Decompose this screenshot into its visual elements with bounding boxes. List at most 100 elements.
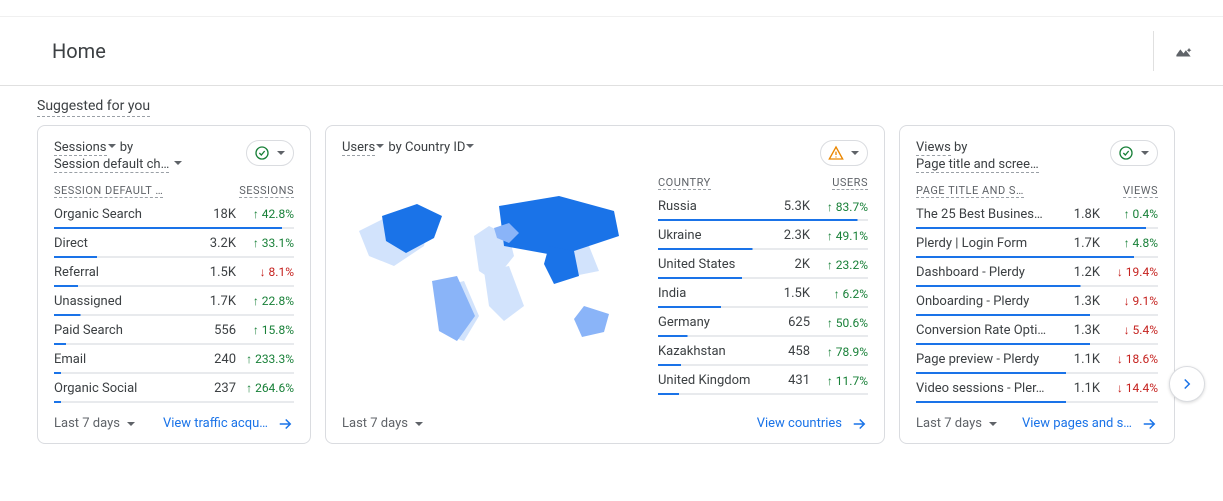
row-bar — [658, 335, 868, 337]
row-value: 458 — [764, 344, 810, 359]
cards-row: Sessions by Session default ch… SESSION … — [0, 125, 1223, 464]
countries-card: Users by Country ID — [325, 125, 885, 444]
views-card: Views by Page title and scree… PAGE TITL… — [899, 125, 1175, 444]
table-row[interactable]: Unassigned1.7K↑ 22.8% — [54, 289, 294, 314]
page-header: Home — [0, 17, 1223, 86]
page-title: Home — [52, 39, 106, 63]
row-delta: ↓ 8.1% — [236, 265, 294, 279]
chevron-down-icon[interactable] — [173, 158, 183, 168]
row-bar — [658, 248, 868, 250]
row-label: Ukraine — [658, 228, 764, 243]
row-bar — [916, 256, 1158, 258]
table-row[interactable]: India1.5K↑ 6.2% — [658, 281, 868, 306]
row-delta: ↑ 23.2% — [810, 258, 868, 272]
map-russia — [499, 196, 619, 256]
chevron-right-icon — [1178, 375, 1196, 393]
row-value: 1.5K — [764, 286, 810, 301]
row-value: 556 — [190, 323, 236, 338]
row-delta: ↑ 42.8% — [236, 207, 294, 221]
row-value: 240 — [190, 352, 236, 367]
table-row[interactable]: Organic Search18K↑ 42.8% — [54, 202, 294, 227]
row-bar — [658, 306, 868, 308]
row-delta: ↓ 14.4% — [1100, 381, 1158, 395]
row-bar — [658, 393, 868, 395]
row-delta: ↑ 33.1% — [236, 236, 294, 250]
column-header-country: COUNTRY — [658, 176, 711, 190]
table-row[interactable]: Onboarding - Plerdy1.3K↓ 9.1% — [916, 289, 1158, 314]
row-bar — [54, 314, 294, 316]
table-row[interactable]: Page preview - Plerdy1.1K↓ 18.6% — [916, 347, 1158, 372]
row-value: 2K — [764, 257, 810, 272]
world-map[interactable] — [342, 166, 646, 346]
next-card-button[interactable] — [1169, 366, 1205, 402]
countries-card-title[interactable]: Users by Country ID — [342, 140, 475, 157]
table-row[interactable]: Kazakhstan458↑ 78.9% — [658, 339, 868, 364]
table-row[interactable]: Russia5.3K↑ 83.7% — [658, 194, 868, 219]
row-label: Organic Search — [54, 207, 190, 222]
table-row[interactable]: The 25 Best Busines…1.8K↑ 0.4% — [916, 202, 1158, 227]
table-row[interactable]: Germany625↑ 50.6% — [658, 310, 868, 335]
row-label: Unassigned — [54, 294, 190, 309]
table-row[interactable]: Conversion Rate Opti…1.3K↓ 5.4% — [916, 318, 1158, 343]
chevron-down-icon — [276, 148, 286, 158]
status-pill[interactable] — [1110, 140, 1158, 166]
row-label: Onboarding - Plerdy — [916, 294, 1054, 309]
row-value: 1.3K — [1054, 294, 1100, 309]
row-value: 1.1K — [1054, 352, 1100, 367]
chevron-down-icon — [414, 419, 424, 429]
row-value: 1.3K — [1054, 323, 1100, 338]
row-value: 5.3K — [764, 199, 810, 214]
time-range-selector[interactable]: Last 7 days — [54, 416, 136, 431]
sessions-card: Sessions by Session default ch… SESSION … — [37, 125, 311, 444]
status-pill-warning[interactable] — [820, 140, 868, 166]
table-row[interactable]: United Kingdom431↑ 11.7% — [658, 368, 868, 393]
row-bar — [658, 219, 868, 221]
table-row[interactable]: United States2K↑ 23.2% — [658, 252, 868, 277]
view-pages-link[interactable]: View pages and s… — [1022, 415, 1158, 433]
row-label: Email — [54, 352, 190, 367]
row-delta: ↓ 18.6% — [1100, 352, 1158, 366]
row-label: United Kingdom — [658, 373, 764, 388]
warning-icon — [828, 145, 844, 161]
row-bar — [916, 285, 1158, 287]
view-traffic-link[interactable]: View traffic acqu… — [163, 415, 294, 433]
row-delta: ↓ 5.4% — [1100, 323, 1158, 337]
row-bar — [54, 227, 294, 229]
check-circle-icon — [254, 145, 270, 161]
time-range-selector[interactable]: Last 7 days — [916, 416, 998, 431]
table-row[interactable]: Organic Social237↑ 264.6% — [54, 376, 294, 401]
row-delta: ↑ 233.3% — [236, 352, 294, 366]
insights-icon[interactable] — [1153, 31, 1193, 71]
arrow-right-icon — [850, 415, 868, 433]
table-row[interactable]: Video sessions - Pler…1.1K↓ 14.4% — [916, 376, 1158, 401]
table-row[interactable]: Paid Search556↑ 15.8% — [54, 318, 294, 343]
table-row[interactable]: Plerdy | Login Form1.7K↑ 4.8% — [916, 231, 1158, 256]
row-value: 3.2K — [190, 236, 236, 251]
column-header-views: VIEWS — [1123, 184, 1158, 198]
row-value: 1.2K — [1054, 265, 1100, 280]
row-value: 1.1K — [1054, 381, 1100, 396]
table-row[interactable]: Ukraine2.3K↑ 49.1% — [658, 223, 868, 248]
table-row[interactable]: Direct3.2K↑ 33.1% — [54, 231, 294, 256]
row-delta: ↑ 22.8% — [236, 294, 294, 308]
row-bar — [54, 372, 294, 374]
row-bar — [916, 314, 1158, 316]
row-delta: ↑ 15.8% — [236, 323, 294, 337]
row-label: Kazakhstan — [658, 344, 764, 359]
row-bar — [916, 401, 1158, 403]
row-bar — [54, 256, 294, 258]
sessions-card-title[interactable]: Sessions by Session default ch… — [54, 140, 183, 174]
row-value: 18K — [190, 207, 236, 222]
time-range-selector[interactable]: Last 7 days — [342, 416, 424, 431]
map-australia — [574, 306, 609, 337]
status-pill[interactable] — [246, 140, 294, 166]
table-row[interactable]: Dashboard - Plerdy1.2K↓ 19.4% — [916, 260, 1158, 285]
row-bar — [658, 364, 868, 366]
table-row[interactable]: Email240↑ 233.3% — [54, 347, 294, 372]
table-row[interactable]: Referral1.5K↓ 8.1% — [54, 260, 294, 285]
views-card-title[interactable]: Views by Page title and scree… — [916, 140, 1039, 174]
row-label: Page preview - Plerdy — [916, 352, 1054, 367]
row-delta: ↑ 49.1% — [810, 229, 868, 243]
row-label: Plerdy | Login Form — [916, 236, 1054, 251]
view-countries-link[interactable]: View countries — [757, 415, 868, 433]
